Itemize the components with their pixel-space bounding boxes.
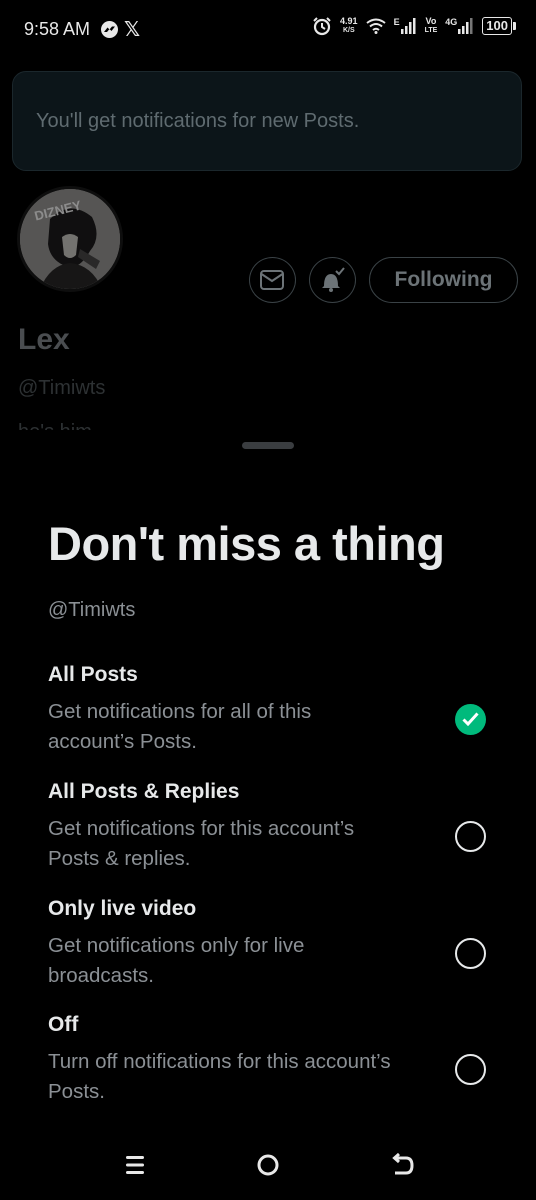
volte-label: Vo LTE	[425, 17, 438, 35]
home-button[interactable]	[250, 1150, 286, 1180]
option-off[interactable]: Off Turn off notifications for this acco…	[0, 1013, 536, 1123]
checkmark-icon	[462, 712, 479, 726]
net-speed-unit: K/S	[342, 27, 355, 34]
signal-icon	[458, 18, 473, 34]
option-desc-line: Get notifications for all of this	[48, 700, 312, 723]
menu-button[interactable]	[118, 1150, 154, 1180]
sheet-drag-handle[interactable]	[242, 442, 294, 449]
option-only-live-video[interactable]: Only live video Get notifications only f…	[0, 897, 536, 1007]
signal-2: 4G	[445, 18, 474, 34]
option-desc-line: Turn off notifications for this account’…	[48, 1050, 391, 1073]
option-desc-line: Posts.	[48, 1080, 105, 1103]
alarm-icon	[313, 17, 331, 36]
sheet-title: Don't miss a thing	[48, 517, 445, 570]
signal-1: E	[394, 18, 417, 34]
option-description: Get notifications for all of this accoun…	[48, 697, 452, 757]
option-desc-line: Get notifications only for live	[48, 934, 305, 957]
option-title: Only live video	[48, 897, 197, 920]
network-label: E	[393, 17, 400, 27]
back-button[interactable]	[384, 1150, 420, 1180]
profile-handle: @Timiwts	[18, 377, 106, 399]
option-description: Get notifications only for live broadcas…	[48, 931, 452, 991]
status-bar: 9:58 AM 𝕏 4.91 K/S E Vo LTE 4G 100	[0, 0, 536, 60]
option-desc-line: broadcasts.	[48, 964, 154, 987]
volte-bottom: LTE	[424, 27, 438, 34]
menu-icon	[126, 1156, 144, 1174]
notification-settings-sheet: Don't miss a thing @Timiwts All Posts Ge…	[0, 430, 536, 1200]
avatar[interactable]: DIZNEY	[17, 186, 123, 292]
mail-icon	[260, 270, 284, 290]
following-button[interactable]: Following	[369, 257, 518, 303]
volte-top: Vo	[425, 16, 437, 26]
x-logo-icon: 𝕏	[124, 19, 141, 41]
signal-icon	[400, 18, 416, 34]
option-all-posts[interactable]: All Posts Get notifications for all of t…	[0, 663, 536, 773]
option-description: Get notifications for this account’s Pos…	[48, 814, 452, 874]
home-circle-icon	[257, 1154, 279, 1176]
option-desc-line: Posts & replies.	[48, 847, 191, 870]
option-title: Off	[48, 1013, 79, 1036]
sheet-handle-text: @Timiwts	[48, 599, 136, 621]
net-speed: 4.91 K/S	[340, 17, 358, 35]
wifi-icon	[365, 18, 386, 34]
option-title: All Posts	[48, 663, 138, 686]
radio-unselected[interactable]	[455, 1054, 486, 1085]
radio-selected[interactable]	[455, 704, 486, 735]
status-icons: 4.91 K/S E Vo LTE 4G 100	[312, 16, 516, 36]
bell-check-icon	[322, 267, 345, 292]
option-title: All Posts & Replies	[48, 780, 240, 803]
option-desc-line: Get notifications for this account’s	[48, 817, 355, 840]
profile-name: Lex	[18, 323, 70, 356]
system-nav-bar	[0, 1130, 536, 1200]
option-desc-line: account’s Posts.	[48, 730, 197, 753]
radio-unselected[interactable]	[455, 821, 486, 852]
battery-icon: 100	[482, 17, 516, 35]
message-button[interactable]	[249, 257, 296, 303]
notification-bell-button[interactable]	[309, 257, 356, 303]
back-icon	[392, 1152, 414, 1175]
option-all-posts-replies[interactable]: All Posts & Replies Get notifications fo…	[0, 780, 536, 890]
network-4g-label: 4G	[445, 17, 458, 27]
messenger-icon	[101, 21, 118, 38]
toast-text: You'll get notifications for new Posts.	[36, 110, 360, 132]
status-time: 9:58 AM	[24, 19, 91, 39]
net-speed-value: 4.91	[340, 16, 358, 26]
notification-toast: You'll get notifications for new Posts.	[12, 71, 522, 171]
radio-unselected[interactable]	[455, 938, 486, 969]
option-description: Turn off notifications for this account’…	[48, 1047, 452, 1107]
